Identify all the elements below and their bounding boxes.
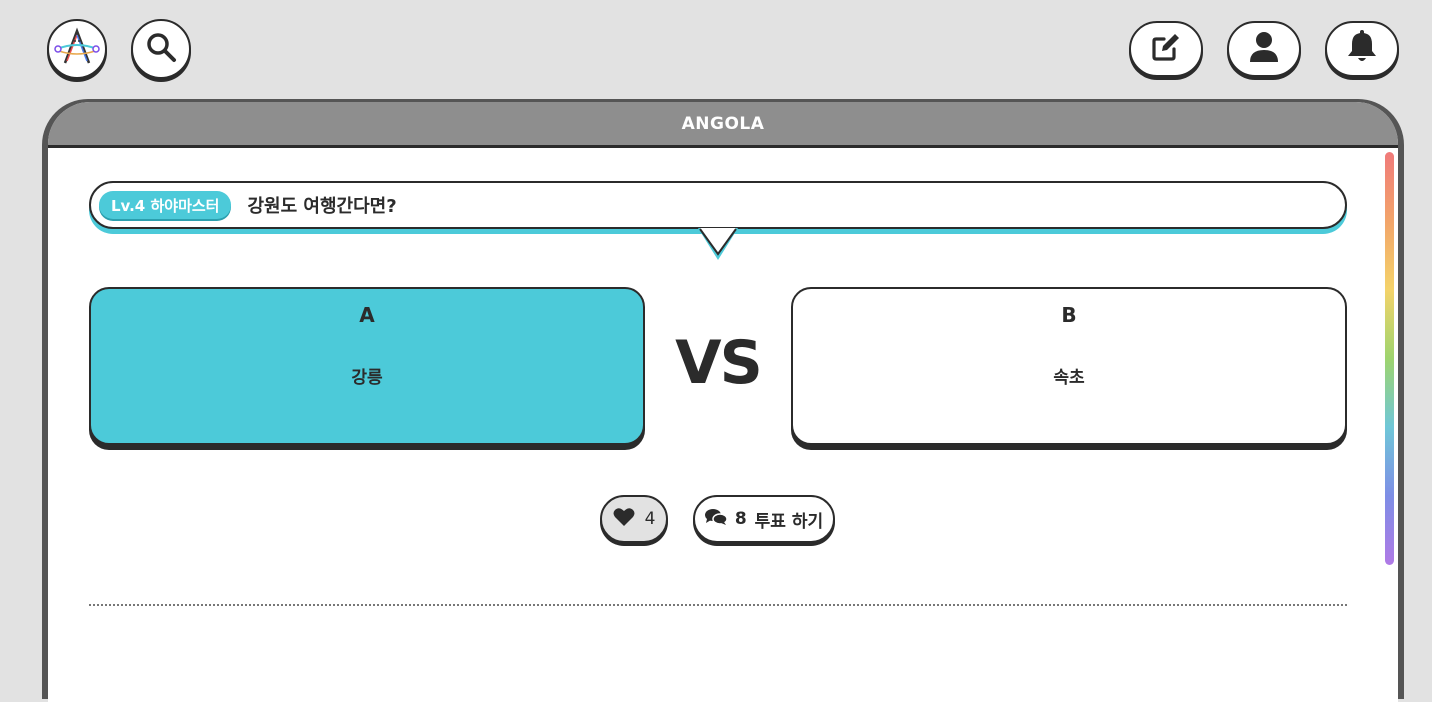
profile-button[interactable]: [1227, 21, 1301, 77]
bell-icon: [1347, 30, 1377, 68]
scrollbar[interactable]: [1385, 152, 1394, 565]
vote-card: ANGOLA Lv.4 하야마스터 강원도 여행간다면? A 강릉 VS B 속…: [42, 99, 1404, 702]
logo-icon: [53, 27, 101, 71]
card-title: ANGOLA: [48, 102, 1398, 148]
option-a-letter: A: [359, 303, 375, 327]
vote-comments-button[interactable]: 8 투표 하기: [693, 495, 835, 543]
section-divider: [89, 604, 1347, 606]
heart-icon: [613, 507, 635, 532]
comment-count: 8: [734, 509, 747, 529]
comments-icon: [704, 508, 728, 531]
pencil-square-icon: [1150, 31, 1182, 67]
option-a-card[interactable]: A 강릉: [89, 287, 645, 445]
user-icon: [1249, 31, 1279, 67]
option-b-card[interactable]: B 속초: [791, 287, 1347, 445]
option-b-label: 속초: [1053, 368, 1085, 388]
write-post-button[interactable]: [1129, 21, 1203, 77]
question-bubble: Lv.4 하야마스터 강원도 여행간다면?: [89, 181, 1347, 229]
search-icon: [145, 31, 177, 67]
user-level-badge[interactable]: Lv.4 하야마스터: [99, 191, 232, 219]
home-logo-button[interactable]: [47, 19, 107, 79]
vote-label: 투표 하기: [754, 511, 824, 532]
versus-label: VS: [675, 328, 763, 398]
search-button[interactable]: [131, 19, 191, 79]
question-text: 강원도 여행간다면?: [247, 196, 397, 217]
top-navigation: [0, 0, 1432, 100]
notification-button[interactable]: [1325, 21, 1399, 77]
option-a-label: 강릉: [351, 368, 383, 388]
vote-card-body: ANGOLA Lv.4 하야마스터 강원도 여행간다면? A 강릉 VS B 속…: [48, 102, 1398, 702]
option-b-letter: B: [1061, 303, 1077, 327]
bubble-pointer: [698, 228, 738, 260]
like-count: 4: [644, 509, 656, 529]
like-button[interactable]: 4: [600, 495, 668, 543]
